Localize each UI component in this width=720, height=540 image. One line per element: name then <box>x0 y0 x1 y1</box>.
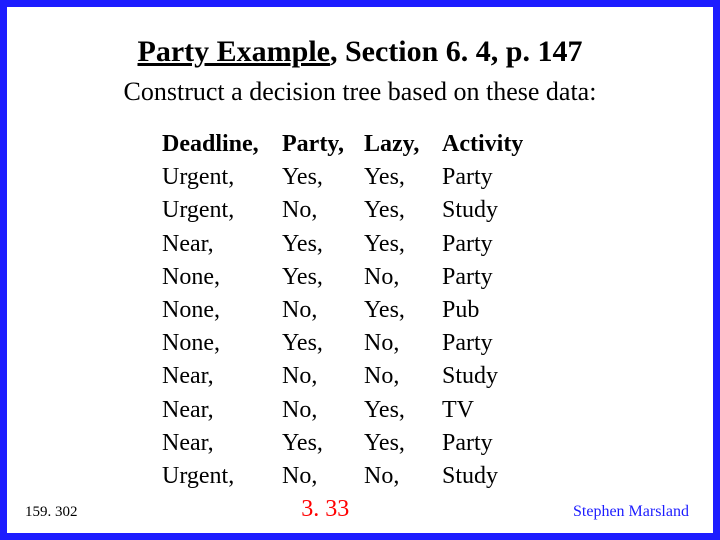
cell: Pub <box>442 295 542 326</box>
cell: Near, <box>162 361 282 392</box>
cell: Yes, <box>282 262 364 293</box>
col-header: Activity <box>442 129 542 160</box>
cell: Study <box>442 195 542 226</box>
cell: Party <box>442 229 542 260</box>
cell: Party <box>442 328 542 359</box>
cell: Urgent, <box>162 162 282 193</box>
col-header: Party, <box>282 129 364 160</box>
title-rest: , Section 6. 4, p. 147 <box>330 35 583 68</box>
slide-number: 3. 33 <box>301 496 349 523</box>
cell: No, <box>282 461 364 492</box>
cell: Yes, <box>364 162 442 193</box>
cell: Yes, <box>364 295 442 326</box>
cell: Urgent, <box>162 195 282 226</box>
data-table: Deadline, Party, Lazy, Activity Urgent, … <box>162 129 673 492</box>
cell: Yes, <box>282 162 364 193</box>
cell: Near, <box>162 428 282 459</box>
cell: TV <box>442 395 542 426</box>
footer: 159. 302 3. 33 Stephen Marsland <box>7 496 713 523</box>
cell: Yes, <box>282 229 364 260</box>
cell: Yes, <box>282 328 364 359</box>
author-name: Stephen Marsland <box>573 503 689 521</box>
course-code: 159. 302 <box>25 504 78 521</box>
cell: Yes, <box>282 428 364 459</box>
cell: No, <box>364 461 442 492</box>
cell: No, <box>282 361 364 392</box>
cell: Study <box>442 361 542 392</box>
cell: None, <box>162 328 282 359</box>
cell: Study <box>442 461 542 492</box>
cell: Urgent, <box>162 461 282 492</box>
page-subtitle: Construct a decision tree based on these… <box>47 77 673 107</box>
cell: Yes, <box>364 195 442 226</box>
cell: Near, <box>162 395 282 426</box>
page-title: Party Example, Section 6. 4, p. 147 <box>47 35 673 69</box>
cell: Party <box>442 162 542 193</box>
cell: Yes, <box>364 428 442 459</box>
cell: None, <box>162 262 282 293</box>
cell: None, <box>162 295 282 326</box>
cell: No, <box>364 262 442 293</box>
cell: Party <box>442 262 542 293</box>
slide-body: Party Example, Section 6. 4, p. 147 Cons… <box>7 7 713 492</box>
title-underline: Party Example <box>138 35 330 68</box>
col-header: Lazy, <box>364 129 442 160</box>
cell: Near, <box>162 229 282 260</box>
cell: No, <box>282 295 364 326</box>
cell: Party <box>442 428 542 459</box>
col-header: Deadline, <box>162 129 282 160</box>
cell: Yes, <box>364 395 442 426</box>
cell: No, <box>282 195 364 226</box>
cell: No, <box>364 328 442 359</box>
cell: No, <box>282 395 364 426</box>
cell: No, <box>364 361 442 392</box>
cell: Yes, <box>364 229 442 260</box>
